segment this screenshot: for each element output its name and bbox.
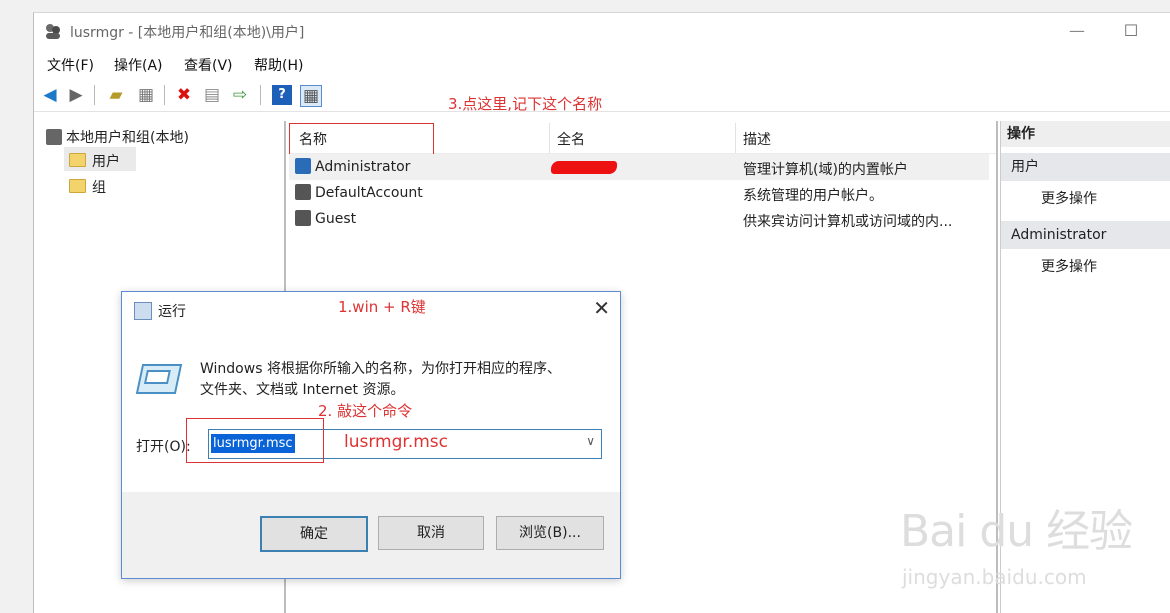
menu-file[interactable]: 文件(F) — [47, 55, 94, 75]
tree-item-users-label: 用户 — [92, 154, 120, 170]
user-icon — [295, 184, 311, 200]
actions-section-administrator[interactable]: Administrator — [1001, 221, 1170, 249]
open-label: 打开(O): — [136, 439, 191, 455]
menu-view[interactable]: 查看(V) — [184, 55, 233, 75]
column-header-description[interactable]: 描述 — [743, 129, 771, 149]
column-header-fullname[interactable]: 全名 — [557, 129, 585, 149]
tree-item-users[interactable]: 用户 — [69, 151, 120, 171]
table-row[interactable]: Administrator — [295, 158, 410, 175]
more-actions-users[interactable]: 更多操作 — [1041, 188, 1097, 208]
row-name: DefaultAccount — [315, 185, 423, 201]
users-app-icon — [44, 22, 62, 40]
toolbar-separator — [94, 85, 95, 105]
column-separator[interactable] — [549, 123, 550, 153]
maximize-button[interactable]: ☐ — [1119, 19, 1143, 43]
redacted-fullname — [551, 161, 617, 174]
help-icon[interactable]: ? — [272, 85, 292, 105]
annotation-step2: 2. 敲这个命令 — [318, 402, 413, 420]
run-dialog: 运行 1.win + R键 ✕ Windows 将根据你所输入的名称，为你打开相… — [121, 291, 621, 579]
column-separator[interactable] — [735, 123, 736, 153]
export-icon[interactable]: ⇨ — [230, 85, 250, 105]
menu-help[interactable]: 帮助(H) — [254, 55, 303, 75]
table-row[interactable]: Guest — [295, 210, 356, 227]
annotation-step1: 1.win + R键 — [338, 298, 426, 316]
back-icon[interactable]: ◀ — [40, 85, 60, 105]
show-hide-tree-icon[interactable]: ▦ — [136, 85, 156, 105]
run-description: Windows 将根据你所输入的名称，为你打开相应的程序、 文件夹、文档或 In… — [200, 359, 600, 401]
tree-root[interactable]: 本地用户和组(本地) — [46, 127, 189, 147]
ok-button[interactable]: 确定 — [260, 516, 368, 552]
toolbar-separator — [260, 85, 261, 105]
run-description-line2: 文件夹、文档或 Internet 资源。 — [200, 382, 405, 398]
table-row[interactable]: DefaultAccount — [295, 184, 423, 201]
run-title-icon — [134, 302, 152, 320]
menu-bar: 文件(F) 操作(A) 查看(V) 帮助(H) — [34, 53, 1170, 77]
minimize-button[interactable]: — — [1065, 19, 1089, 43]
action-pane-icon[interactable]: ▦ — [300, 85, 322, 107]
delete-icon[interactable]: ✖ — [174, 85, 194, 105]
run-icon — [135, 364, 183, 394]
row-name: Administrator — [315, 159, 411, 175]
folder-icon — [69, 153, 86, 167]
highlight-box-command — [186, 418, 324, 463]
users-group-icon — [46, 129, 62, 145]
baidu-watermark-logo: Bai du 经验 — [900, 506, 1133, 557]
row-description: 供来宾访问计算机或访问域的内... — [743, 214, 953, 230]
toolbar-separator — [164, 85, 165, 105]
row-description: 系统管理的用户帐户。 — [743, 188, 883, 204]
title-bar: lusrmgr - [本地用户和组(本地)\用户] — ☐ — [34, 13, 1170, 49]
run-description-line1: Windows 将根据你所输入的名称，为你打开相应的程序、 — [200, 361, 561, 377]
row-name: Guest — [315, 211, 357, 227]
window-title: lusrmgr - [本地用户和组(本地)\用户] — [70, 25, 305, 41]
row-description: 管理计算机(域)的内置帐户 — [743, 162, 908, 178]
cancel-button[interactable]: 取消 — [378, 516, 484, 550]
annotation-step3: 3.点这里,记下这个名称 — [448, 95, 603, 113]
annotation-command: lusrmgr.msc — [344, 432, 448, 452]
more-actions-administrator[interactable]: 更多操作 — [1041, 256, 1097, 276]
actions-title: 操作 — [1001, 121, 1170, 147]
up-folder-icon[interactable]: ▰ — [106, 85, 126, 105]
close-icon[interactable]: ✕ — [593, 296, 610, 320]
tree-item-groups-label: 组 — [92, 180, 106, 196]
user-icon — [295, 210, 311, 226]
actions-section-users[interactable]: 用户 — [1001, 153, 1170, 181]
chevron-down-icon[interactable]: ∨ — [586, 434, 595, 448]
folder-icon — [69, 179, 86, 193]
run-dialog-title: 运行 — [158, 304, 186, 320]
tree-item-groups[interactable]: 组 — [69, 177, 106, 197]
baidu-watermark-url: jingyan.baidu.com — [902, 565, 1087, 589]
forward-icon[interactable]: ▶ — [66, 85, 86, 105]
user-icon — [295, 158, 311, 174]
menu-action[interactable]: 操作(A) — [114, 55, 163, 75]
properties-icon[interactable]: ▤ — [202, 85, 222, 105]
browse-button[interactable]: 浏览(B)... — [496, 516, 604, 550]
tree-root-label: 本地用户和组(本地) — [66, 130, 189, 146]
